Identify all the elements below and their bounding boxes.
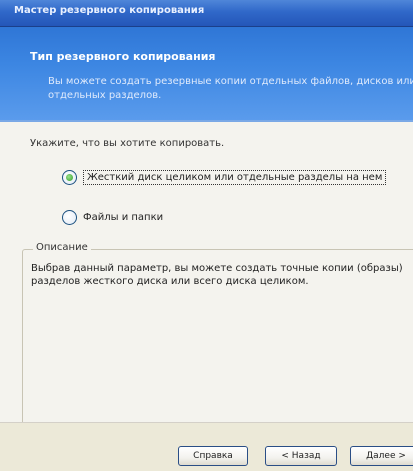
radio-selected-icon[interactable] <box>62 170 77 185</box>
help-button[interactable]: Справка <box>178 446 248 466</box>
description-legend: Описание <box>33 242 91 253</box>
instruction-text: Укажите, что вы хотите копировать. <box>30 138 225 149</box>
backup-wizard-window: Мастер резервного копирования Тип резерв… <box>0 0 413 471</box>
back-button[interactable]: < Назад <box>265 446 337 466</box>
next-button[interactable]: Далее > <box>350 446 413 466</box>
option-disk-label: Жесткий диск целиком или отдельные разде… <box>83 170 387 185</box>
option-files-and-folders[interactable]: Файлы и папки <box>62 210 163 225</box>
option-disk-or-partitions[interactable]: Жесткий диск целиком или отдельные разде… <box>62 170 387 185</box>
page-description: Вы можете создать резервные копии отдель… <box>48 76 413 101</box>
option-files-label: Файлы и папки <box>83 212 164 223</box>
description-text: Выбрав данный параметр, вы можете создат… <box>31 263 403 287</box>
title-bar[interactable]: Мастер резервного копирования <box>0 0 413 27</box>
window-title: Мастер резервного копирования <box>14 5 205 16</box>
radio-unselected-icon[interactable] <box>62 210 77 225</box>
wizard-header: Тип резервного копирования Вы можете соз… <box>0 27 413 122</box>
wizard-footer: Справка < Назад Далее > <box>0 422 413 471</box>
wizard-body: Укажите, что вы хотите копировать. Жестк… <box>0 122 413 427</box>
description-groupbox: Описание Выбрав данный параметр, вы може… <box>22 242 413 427</box>
page-title: Тип резервного копирования <box>30 50 216 63</box>
